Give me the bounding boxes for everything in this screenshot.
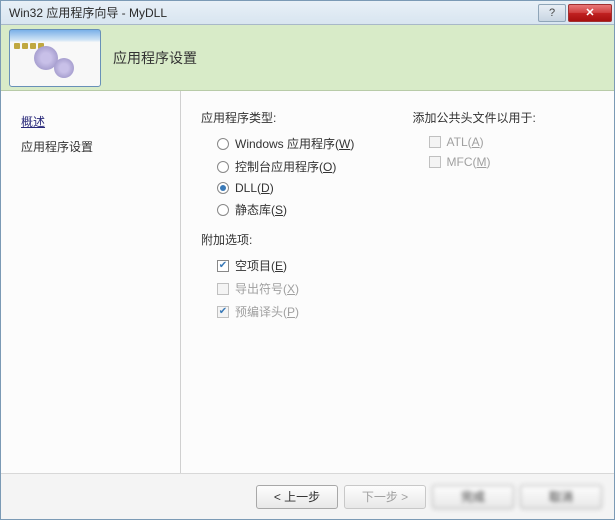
radio-icon bbox=[217, 138, 229, 150]
help-button[interactable]: ? bbox=[538, 4, 566, 22]
radio-label: Windows 应用程序(W) bbox=[235, 135, 354, 152]
headers-group: ATL(A) MFC(M) bbox=[413, 132, 595, 172]
sidebar-item-overview[interactable]: 概述 bbox=[21, 109, 180, 134]
banner: 应用程序设置 bbox=[1, 25, 614, 91]
gear-icon bbox=[54, 58, 74, 78]
checkbox-label: 预编译头(P) bbox=[235, 303, 299, 320]
checkbox-icon bbox=[217, 283, 229, 295]
finish-button[interactable]: 完成 bbox=[432, 485, 514, 509]
footer: < 上一步 下一步 > 完成 取消 bbox=[1, 473, 614, 519]
radio-icon bbox=[217, 182, 229, 194]
radio-icon bbox=[217, 204, 229, 216]
checkbox-icon bbox=[429, 136, 441, 148]
radio-icon bbox=[217, 161, 229, 173]
checkbox-precompiled-header: 预编译头(P) bbox=[217, 300, 383, 323]
checkbox-label: ATL(A) bbox=[447, 135, 484, 149]
body: 概述 应用程序设置 应用程序类型: Windows 应用程序(W) 控制台应用程… bbox=[1, 91, 614, 473]
prev-button[interactable]: < 上一步 bbox=[256, 485, 338, 509]
checkbox-icon bbox=[429, 156, 441, 168]
radio-label: 控制台应用程序(O) bbox=[235, 158, 336, 175]
headers-label: 添加公共头文件以用于: bbox=[413, 109, 595, 126]
next-button: 下一步 > bbox=[344, 485, 426, 509]
checkbox-icon bbox=[217, 306, 229, 318]
additional-group: 空项目(E) 导出符号(X) 预编译头(P) bbox=[201, 254, 383, 323]
radio-static-lib[interactable]: 静态库(S) bbox=[217, 198, 383, 221]
radio-console-app[interactable]: 控制台应用程序(O) bbox=[217, 155, 383, 178]
banner-title: 应用程序设置 bbox=[113, 48, 197, 68]
close-button[interactable]: ✕ bbox=[568, 4, 612, 22]
checkbox-icon bbox=[217, 260, 229, 272]
sidebar-item-settings[interactable]: 应用程序设置 bbox=[21, 134, 180, 159]
checkbox-atl: ATL(A) bbox=[429, 132, 595, 152]
checkbox-export-symbols: 导出符号(X) bbox=[217, 277, 383, 300]
sidebar: 概述 应用程序设置 bbox=[1, 91, 181, 473]
checkbox-label: 空项目(E) bbox=[235, 257, 287, 274]
app-type-group: Windows 应用程序(W) 控制台应用程序(O) DLL(D) 静 bbox=[201, 132, 383, 221]
content: 应用程序类型: Windows 应用程序(W) 控制台应用程序(O) DL bbox=[181, 91, 614, 473]
checkbox-label: MFC(M) bbox=[447, 155, 491, 169]
app-type-label: 应用程序类型: bbox=[201, 109, 383, 126]
radio-label: 静态库(S) bbox=[235, 201, 287, 218]
banner-icon bbox=[9, 29, 101, 87]
radio-dll[interactable]: DLL(D) bbox=[217, 178, 383, 198]
checkbox-empty-project[interactable]: 空项目(E) bbox=[217, 254, 383, 277]
radio-label: DLL(D) bbox=[235, 181, 274, 195]
additional-label: 附加选项: bbox=[201, 231, 383, 248]
checkbox-mfc: MFC(M) bbox=[429, 152, 595, 172]
window-title: Win32 应用程序向导 - MyDLL bbox=[9, 4, 538, 21]
titlebar-buttons: ? ✕ bbox=[538, 4, 612, 22]
wizard-window: Win32 应用程序向导 - MyDLL ? ✕ 应用程序设置 概述 应用程序设… bbox=[0, 0, 615, 520]
title-bar: Win32 应用程序向导 - MyDLL ? ✕ bbox=[1, 1, 614, 25]
cancel-button[interactable]: 取消 bbox=[520, 485, 602, 509]
checkbox-label: 导出符号(X) bbox=[235, 280, 299, 297]
radio-windows-app[interactable]: Windows 应用程序(W) bbox=[217, 132, 383, 155]
